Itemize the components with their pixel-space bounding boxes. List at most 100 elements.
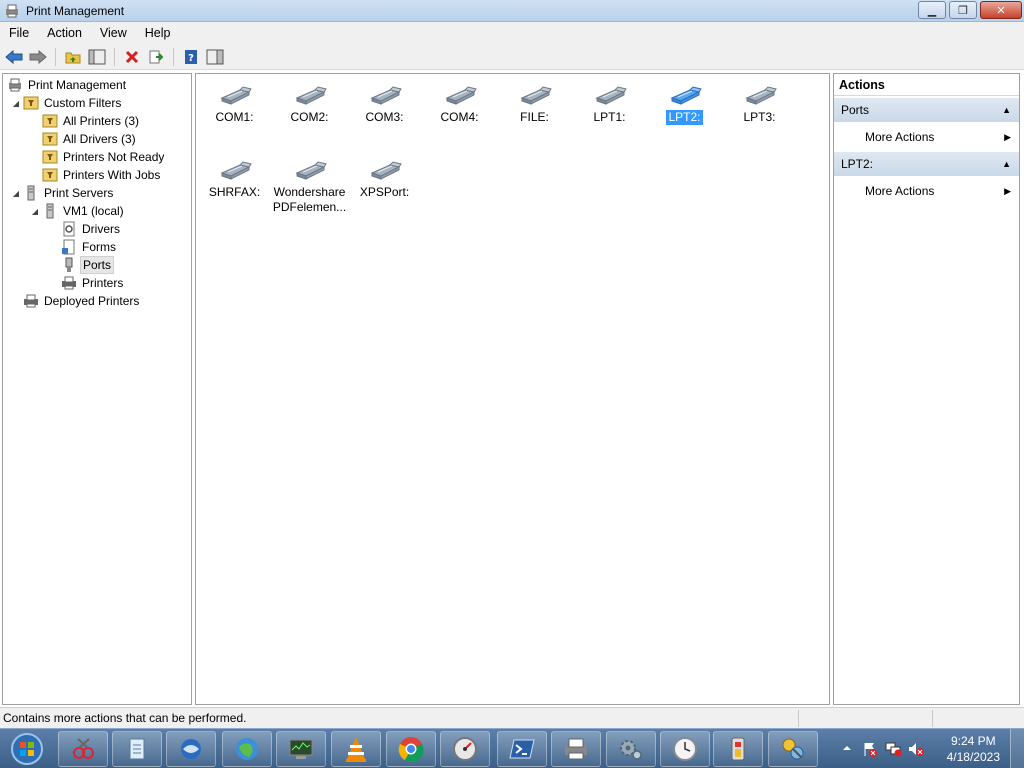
taskbar-notepad[interactable]: [112, 731, 162, 767]
collapse-up-icon[interactable]: ▲: [1002, 98, 1011, 122]
battery-icon: [731, 737, 745, 761]
taskbar: 9:24 PM 4/18/2023: [0, 728, 1024, 768]
printer-icon: [61, 275, 77, 291]
action-label: More Actions: [865, 184, 935, 198]
tree-item-custom-filters[interactable]: ◢ Custom Filters: [11, 94, 123, 112]
settings-gears-icon: [620, 740, 642, 760]
port-label: COM1:: [215, 110, 254, 124]
menu-view[interactable]: View: [91, 26, 136, 40]
actions-section-lpt2[interactable]: LPT2: ▲: [834, 152, 1019, 176]
restore-button[interactable]: ❐: [949, 1, 977, 19]
tree-item-drivers[interactable]: Drivers: [49, 220, 122, 238]
notepad-icon: [129, 738, 145, 760]
server-icon: [23, 185, 39, 201]
tree-label: All Printers (3): [63, 114, 140, 128]
tree-item-printers-not-ready[interactable]: Printers Not Ready: [30, 148, 166, 166]
tree-item-printers[interactable]: Printers: [49, 274, 125, 292]
port-lpt1[interactable]: LPT1:: [572, 84, 647, 125]
collapse-triangle-icon[interactable]: ◢: [11, 99, 21, 108]
delete-icon[interactable]: [121, 46, 143, 68]
submenu-arrow-icon: ▶: [1004, 132, 1011, 142]
console-tree: Print Management ◢ Custom Filters All Pr…: [2, 73, 192, 705]
collapse-up-icon[interactable]: ▲: [1002, 152, 1011, 176]
window-title: Print Management: [26, 3, 125, 18]
system-clock[interactable]: 9:24 PM 4/18/2023: [947, 733, 1000, 765]
tree-item-all-drivers[interactable]: All Drivers (3): [30, 130, 138, 148]
toolbar-separator: [55, 47, 56, 66]
tree-item-all-printers[interactable]: All Printers (3): [30, 112, 141, 130]
minimize-button[interactable]: ▁: [918, 1, 946, 19]
port-connector-icon: [520, 86, 552, 105]
port-shrfax[interactable]: SHRFAX:: [197, 159, 272, 200]
port-label: Wondershare PDFelemen...: [272, 185, 347, 214]
show-hidden-icons-icon[interactable]: [842, 743, 852, 753]
tree-item-ports[interactable]: Ports: [49, 256, 115, 274]
taskbar-clock[interactable]: [660, 731, 710, 767]
snipping-tool-icon: [73, 738, 94, 759]
port-lpt2[interactable]: LPT2:: [647, 84, 722, 125]
section-title: Ports: [841, 103, 870, 117]
show-hide-tree-icon[interactable]: [86, 46, 108, 68]
taskbar-print-management[interactable]: [551, 731, 601, 767]
port-label: LPT1:: [593, 110, 626, 124]
forward-icon[interactable]: [27, 46, 49, 68]
clock-time: 9:24 PM: [950, 734, 996, 748]
tree-item-print-management[interactable]: Print Management: [5, 76, 128, 94]
collapse-triangle-icon[interactable]: ◢: [11, 189, 21, 198]
remote-tool-icon: [782, 738, 804, 760]
action-center-flag-icon[interactable]: [862, 741, 878, 757]
show-hide-action-pane-icon[interactable]: [204, 46, 226, 68]
toolbar: ?: [0, 44, 1024, 70]
tree-item-deployed-printers[interactable]: Deployed Printers: [11, 292, 141, 310]
taskbar-chrome[interactable]: [386, 731, 436, 767]
status-bar: Contains more actions that can be perfor…: [0, 707, 1024, 728]
port-lpt3[interactable]: LPT3:: [722, 84, 797, 125]
taskbar-thunderbird[interactable]: [166, 731, 216, 767]
export-list-icon[interactable]: [145, 46, 167, 68]
network-status-icon[interactable]: [884, 741, 902, 757]
port-wondershare-pdfelement[interactable]: Wondershare PDFelemen...: [272, 159, 347, 215]
menu-help[interactable]: Help: [136, 26, 180, 40]
help-icon[interactable]: ?: [180, 46, 202, 68]
actions-section-ports[interactable]: Ports ▲: [834, 98, 1019, 122]
port-com2[interactable]: COM2:: [272, 84, 347, 125]
tree-label: Deployed Printers: [44, 294, 140, 308]
filter-icon: [42, 149, 58, 165]
port-com1[interactable]: COM1:: [197, 84, 272, 125]
tree-item-forms[interactable]: Forms: [49, 238, 118, 256]
taskbar-task-manager[interactable]: [276, 731, 326, 767]
port-connector-icon: [745, 86, 777, 105]
up-folder-icon[interactable]: [62, 46, 84, 68]
collapse-triangle-icon[interactable]: ◢: [30, 207, 40, 216]
menu-file[interactable]: File: [0, 26, 38, 40]
back-icon[interactable]: [3, 46, 25, 68]
tree-label: Print Servers: [44, 186, 114, 200]
menu-action[interactable]: Action: [38, 26, 91, 40]
port-file[interactable]: FILE:: [497, 84, 572, 125]
port-xpsport[interactable]: XPSPort:: [347, 159, 422, 200]
network-globe-icon: [236, 738, 258, 760]
clock-icon: [673, 737, 697, 761]
show-desktop-button[interactable]: [1010, 729, 1024, 768]
taskbar-settings[interactable]: [606, 731, 656, 767]
taskbar-battery[interactable]: [713, 731, 763, 767]
more-actions-ports[interactable]: More Actions ▶: [834, 122, 1019, 152]
start-button[interactable]: [4, 730, 50, 768]
taskbar-remote-tool[interactable]: [768, 731, 818, 767]
taskbar-network[interactable]: [222, 731, 272, 767]
close-button[interactable]: ✕: [980, 1, 1022, 19]
more-actions-lpt2[interactable]: More Actions ▶: [834, 176, 1019, 206]
port-com3[interactable]: COM3:: [347, 84, 422, 125]
taskbar-vlc[interactable]: [331, 731, 381, 767]
port-connector-icon: [295, 86, 327, 105]
tree-item-print-servers[interactable]: ◢ Print Servers: [11, 184, 115, 202]
volume-muted-icon[interactable]: [907, 741, 925, 757]
tree-item-printers-with-jobs[interactable]: Printers With Jobs: [30, 166, 162, 184]
tree-item-vm1-local[interactable]: ◢ VM1 (local): [30, 202, 126, 220]
port-connector-icon: [220, 86, 252, 105]
port-com4[interactable]: COM4:: [422, 84, 497, 125]
taskbar-powershell[interactable]: [497, 731, 547, 767]
taskbar-snipping-tool[interactable]: [58, 731, 108, 767]
tree-label: VM1 (local): [63, 204, 124, 218]
taskbar-performance[interactable]: [440, 731, 490, 767]
